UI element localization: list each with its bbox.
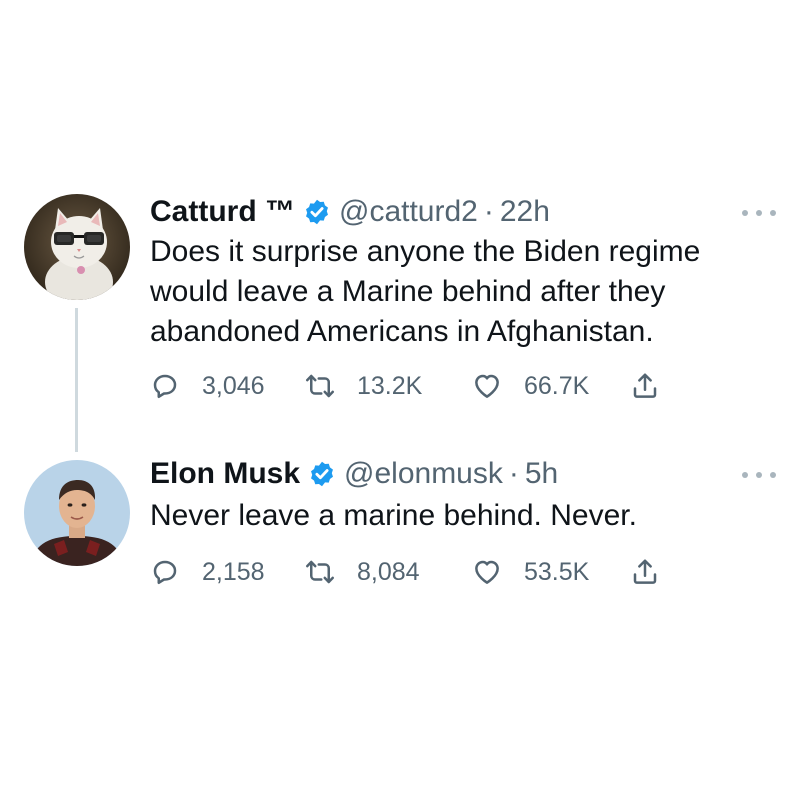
tweet-actions: 3,046 13.2K 66.7K <box>150 368 690 404</box>
user-handle[interactable]: @catturd2 <box>339 192 478 232</box>
tweet-text-line: abandoned Americans in Afghanistan. <box>150 315 654 348</box>
tweet-text-line: Never leave a marine behind. Never. <box>150 499 637 532</box>
verified-badge-icon <box>303 198 331 226</box>
display-name[interactable]: Elon Musk <box>150 454 300 494</box>
share-icon <box>633 373 657 398</box>
more-options-icon[interactable] <box>742 206 776 220</box>
reply-button[interactable]: 2,158 <box>150 554 265 590</box>
avatar-elon-musk[interactable] <box>24 460 130 566</box>
reply-icon <box>153 374 177 398</box>
reply-icon <box>153 560 177 584</box>
user-handle[interactable]: @elonmusk <box>344 454 503 494</box>
like-button[interactable]: 53.5K <box>472 554 589 590</box>
tweet-text: Does it surprise anyone the Biden regime… <box>150 232 770 352</box>
tweet-text: Never leave a marine behind. Never. <box>150 496 770 536</box>
retweet-count: 8,084 <box>357 557 420 586</box>
retweet-icon <box>306 560 334 584</box>
tweet-text-line: would leave a Marine behind after they <box>150 275 666 308</box>
tweet-actions: 2,158 8,084 53.5K <box>150 554 690 590</box>
retweet-count: 13.2K <box>357 371 423 400</box>
display-name[interactable]: Catturd ™ <box>150 192 295 232</box>
heart-icon <box>475 560 499 584</box>
thread-connector-line <box>75 308 78 452</box>
heart-icon <box>475 374 499 398</box>
cat-with-glasses-avatar-icon <box>24 194 130 300</box>
timestamp[interactable]: 5h <box>525 454 558 494</box>
reply-count: 3,046 <box>202 371 265 400</box>
separator-dot: · <box>483 195 494 228</box>
reply-button[interactable]: 3,046 <box>150 368 265 404</box>
separator-dot: · <box>508 457 519 490</box>
retweet-button[interactable]: 13.2K <box>305 368 422 404</box>
tweet-header: Catturd ™ @catturd2 · 22h <box>150 192 550 232</box>
share-icon <box>633 559 657 584</box>
reply-count: 2,158 <box>202 557 265 586</box>
person-portrait-avatar-icon <box>24 460 130 566</box>
like-count: 66.7K <box>524 371 590 400</box>
tweet-header: Elon Musk @elonmusk · 5h <box>150 454 558 494</box>
like-button[interactable]: 66.7K <box>472 368 589 404</box>
more-options-icon[interactable] <box>742 468 776 482</box>
share-button[interactable] <box>630 368 660 404</box>
retweet-icon <box>306 374 334 398</box>
avatar-catturd[interactable] <box>24 194 130 300</box>
retweet-button[interactable]: 8,084 <box>305 554 420 590</box>
share-button[interactable] <box>630 554 660 590</box>
like-count: 53.5K <box>524 557 590 586</box>
tweet-thread: Catturd ™ @catturd2 · 22h Does it surpri… <box>0 0 800 800</box>
timestamp[interactable]: 22h <box>500 192 550 232</box>
tweet-text-line: Does it surprise anyone the Biden regime <box>150 235 701 268</box>
verified-badge-icon <box>308 460 336 488</box>
